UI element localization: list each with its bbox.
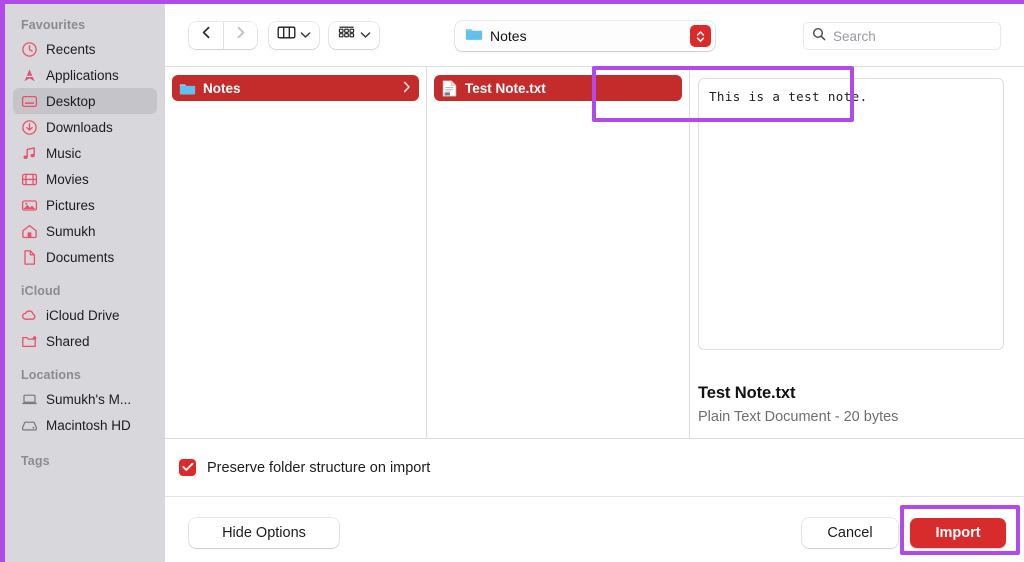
preserve-folder-structure-checkbox[interactable] — [179, 459, 196, 476]
sidebar-section-header-favourites: Favourites — [21, 18, 86, 32]
dialog-main: Notes Notes — [165, 4, 1024, 562]
sidebar-item-label: Desktop — [46, 93, 96, 109]
home-icon — [21, 223, 38, 240]
sidebar-item-label: Macintosh HD — [46, 417, 131, 433]
sidebar-item-label: Movies — [46, 171, 89, 187]
list-item[interactable]: Notes — [172, 75, 419, 101]
list-item-label: Test Note.txt — [465, 80, 546, 96]
sidebar-item-label: Sumukh's M... — [46, 391, 132, 407]
chevron-right-icon — [235, 26, 246, 44]
list-item[interactable]: Test Note.txt — [434, 75, 682, 101]
sidebar-item-downloads[interactable]: Downloads — [13, 114, 157, 140]
forward-button[interactable] — [223, 21, 257, 49]
sidebar-item-documents[interactable]: Documents — [13, 244, 157, 270]
search-field[interactable] — [803, 22, 1001, 50]
applications-icon — [21, 67, 38, 84]
chevron-down-icon — [360, 26, 371, 44]
sidebar-item-movies[interactable]: Movies — [13, 166, 157, 192]
sidebar-item-pictures[interactable]: Pictures — [13, 192, 157, 218]
music-note-icon — [21, 145, 38, 162]
navigation-buttons — [189, 21, 257, 49]
group-items-icon — [337, 25, 356, 45]
browser-column-2: Test Note.txt — [427, 67, 690, 438]
browser-column-1: Notes — [165, 67, 427, 438]
sidebar-item-sumukh[interactable]: Sumukh — [13, 218, 157, 244]
column-browser: Notes Test Note.txt This is a test note.… — [165, 66, 1024, 438]
preview-file-name: Test Note.txt — [698, 384, 796, 402]
cancel-button[interactable]: Cancel — [802, 518, 898, 548]
chevron-left-icon — [201, 26, 212, 44]
cloud-icon — [21, 307, 38, 324]
sidebar-section-header-locations: Locations — [21, 368, 81, 382]
column-view-icon — [277, 25, 296, 45]
group-by-button[interactable] — [329, 21, 379, 49]
search-icon — [812, 27, 826, 46]
laptop-icon — [21, 391, 38, 408]
preview-text-content: This is a test note. — [709, 89, 868, 104]
view-mode-button[interactable] — [269, 21, 319, 49]
sidebar-item-recents[interactable]: Recents — [13, 36, 157, 62]
shared-folder-icon — [21, 333, 38, 350]
desktop-icon — [21, 93, 38, 110]
sidebar-item-sumukhs-mac[interactable]: Sumukh's M... — [13, 386, 157, 412]
sidebar-item-label: Recents — [46, 41, 96, 57]
document-icon — [21, 249, 38, 266]
stepper-icon[interactable] — [690, 25, 711, 47]
photo-icon — [21, 197, 38, 214]
chevron-right-icon — [403, 81, 411, 96]
preview-column: This is a test note. Test Note.txt Plain… — [690, 67, 1024, 438]
file-picker-dialog: Favourites Recents Applications Desktop … — [0, 0, 1024, 562]
film-icon — [21, 171, 38, 188]
search-input[interactable] — [833, 28, 983, 44]
list-item-label: Notes — [203, 80, 241, 96]
sidebar-section-header-tags: Tags — [21, 454, 50, 468]
sidebar-item-shared[interactable]: Shared — [13, 328, 157, 354]
text-file-icon — [441, 79, 458, 97]
sidebar-item-label: Documents — [46, 249, 115, 265]
sidebar-item-label: iCloud Drive — [46, 307, 120, 323]
preserve-folder-structure-label: Preserve folder structure on import — [207, 459, 431, 476]
sidebar-item-macintosh-hd[interactable]: Macintosh HD — [13, 412, 157, 438]
sidebar-item-music[interactable]: Music — [13, 140, 157, 166]
sidebar-item-label: Pictures — [46, 197, 95, 213]
options-bar: Preserve folder structure on import — [165, 438, 1024, 496]
sidebar-item-icloud-drive[interactable]: iCloud Drive — [13, 302, 157, 328]
hide-options-button[interactable]: Hide Options — [189, 518, 339, 548]
folder-icon — [465, 26, 483, 46]
harddisk-icon — [21, 417, 38, 434]
checkmark-icon — [181, 459, 194, 477]
path-popup-button[interactable]: Notes — [455, 21, 715, 51]
clock-icon — [21, 41, 38, 58]
chevron-down-icon — [300, 26, 311, 44]
sidebar-item-desktop[interactable]: Desktop — [13, 88, 157, 114]
sidebar-item-label: Applications — [46, 67, 119, 83]
sidebar-item-label: Sumukh — [46, 223, 96, 239]
import-button[interactable]: Import — [910, 518, 1006, 548]
download-icon — [21, 119, 38, 136]
sidebar-item-label: Music — [46, 145, 82, 161]
preview-file-meta: Plain Text Document - 20 bytes — [698, 409, 899, 425]
folder-icon — [179, 80, 196, 97]
sidebar-item-applications[interactable]: Applications — [13, 62, 157, 88]
preview-pane: This is a test note. — [698, 78, 1004, 350]
sidebar: Favourites Recents Applications Desktop … — [5, 4, 165, 562]
sidebar-item-label: Downloads — [46, 119, 113, 135]
sidebar-item-label: Shared — [46, 333, 90, 349]
sidebar-section-header-icloud: iCloud — [21, 284, 61, 298]
path-popup-label: Notes — [490, 28, 527, 44]
toolbar: Notes — [165, 4, 1024, 66]
back-button[interactable] — [189, 21, 223, 49]
dialog-footer: Hide Options Cancel Import — [165, 496, 1024, 562]
